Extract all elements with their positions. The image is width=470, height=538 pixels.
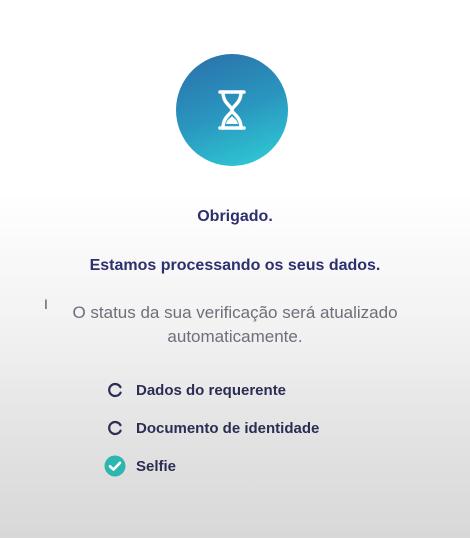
checklist-label: Documento de identidade	[136, 419, 320, 437]
check-circle-icon	[103, 454, 127, 478]
pending-circle-icon	[103, 378, 127, 402]
status-message: O status da sua verificação será atualiz…	[40, 301, 430, 349]
thanks-heading: Obrigado.	[197, 208, 273, 225]
hourglass-icon	[218, 90, 246, 130]
status-message-line-1: O status da sua verificação será atualiz…	[72, 303, 398, 322]
pending-circle-icon	[103, 416, 127, 440]
processing-heading: Estamos processando os seus dados.	[89, 257, 381, 274]
checklist-label: Selfie	[136, 457, 177, 475]
status-message-line-2: automaticamente.	[167, 327, 303, 346]
verification-checklist: Dados do requerente Documento de identid…	[103, 378, 319, 492]
checklist-item-identity-document: Documento de identidade	[103, 416, 319, 440]
hourglass-badge	[176, 54, 288, 166]
checklist-label: Dados do requerente	[136, 381, 287, 399]
verification-status-screen: Obrigado. Estamos processando os seus da…	[0, 0, 470, 538]
checklist-item-selfie: Selfie	[103, 454, 319, 478]
checklist-item-applicant-data: Dados do requerente	[103, 378, 319, 402]
